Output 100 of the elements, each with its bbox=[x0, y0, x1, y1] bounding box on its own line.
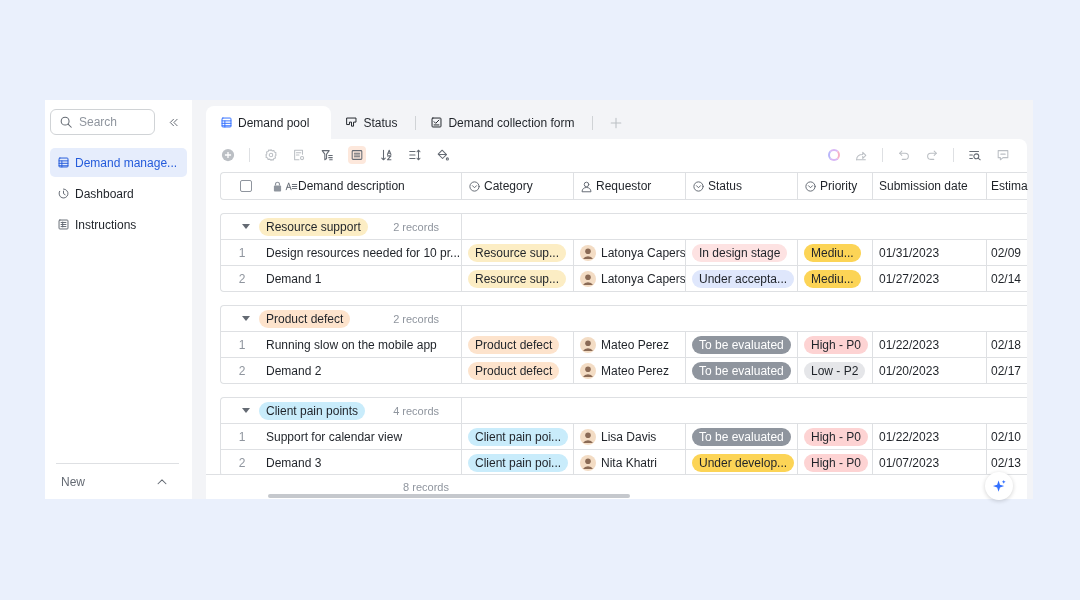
document-icon bbox=[57, 218, 70, 231]
undo-icon[interactable] bbox=[897, 147, 911, 162]
table-cell: 01/22/2023 bbox=[879, 337, 940, 352]
add-record-icon[interactable] bbox=[221, 147, 235, 162]
table-cell: 02/13 bbox=[991, 455, 1022, 470]
tag: Resource support bbox=[259, 217, 368, 236]
table-cell: Lisa Davis bbox=[601, 429, 657, 444]
table-cell: 02/17 bbox=[991, 363, 1022, 378]
column-header[interactable]: Status bbox=[708, 179, 743, 193]
record-count: 8 records bbox=[403, 481, 449, 493]
tag: High - P0 bbox=[804, 427, 869, 446]
dropdown-circle-icon bbox=[804, 179, 817, 193]
avatar-icon bbox=[580, 270, 596, 287]
column-header[interactable]: Submission date bbox=[879, 179, 968, 193]
row-height-icon[interactable] bbox=[408, 147, 422, 162]
select-all-checkbox[interactable] bbox=[240, 180, 252, 192]
document-settings-icon[interactable] bbox=[292, 147, 306, 162]
tag: Under develop... bbox=[692, 453, 795, 472]
form-icon bbox=[430, 116, 444, 129]
column-header[interactable]: Estima bbox=[991, 179, 1028, 193]
table-cell-text: Support for calendar view bbox=[265, 429, 403, 444]
avatar-icon bbox=[580, 244, 596, 261]
avatar-icon bbox=[580, 454, 596, 471]
scrollbar[interactable] bbox=[268, 494, 630, 498]
tag: Mediu... bbox=[804, 243, 861, 262]
avatar-icon bbox=[580, 362, 596, 379]
tab[interactable]: Status bbox=[331, 106, 416, 139]
table-cell: Nita Khatri bbox=[601, 455, 658, 470]
tag: Client pain poi... bbox=[468, 427, 569, 446]
sidebar-item[interactable]: Instructions bbox=[50, 210, 187, 239]
row-number: 1 bbox=[237, 429, 247, 444]
sidebar-item[interactable]: Demand manage... bbox=[50, 148, 187, 177]
table-cell-text: Demand 2 bbox=[265, 363, 322, 378]
table-cell-text: Running slow on the mobile app bbox=[265, 337, 437, 352]
tag: To be evaluated bbox=[692, 361, 791, 380]
group-button[interactable] bbox=[348, 145, 366, 164]
row-number: 1 bbox=[237, 337, 247, 352]
tag: Under accepta... bbox=[692, 269, 795, 288]
caret-icon[interactable] bbox=[242, 408, 250, 413]
tag: Client pain poi... bbox=[468, 453, 569, 472]
sort-icon[interactable] bbox=[380, 147, 394, 162]
tag: To be evaluated bbox=[692, 427, 791, 446]
text-field-icon bbox=[285, 179, 298, 193]
new-label[interactable]: New bbox=[61, 474, 85, 489]
column-header[interactable]: Category bbox=[484, 179, 533, 193]
tag: Product defect bbox=[468, 361, 560, 380]
column-header[interactable]: Priority bbox=[820, 179, 858, 193]
tab[interactable]: Demand collection form bbox=[416, 106, 593, 139]
caret-icon[interactable] bbox=[242, 224, 250, 229]
tag: Client pain points bbox=[259, 401, 366, 420]
tag: Mediu... bbox=[804, 269, 861, 288]
row-number: 2 bbox=[237, 271, 247, 286]
redo-icon[interactable] bbox=[925, 147, 939, 162]
column-header[interactable]: Requestor bbox=[596, 179, 652, 193]
table-cell: Latonya Capers bbox=[601, 245, 685, 260]
table-cell-text: Demand 3 bbox=[265, 455, 322, 470]
comment-icon[interactable] bbox=[996, 147, 1010, 162]
tag: In design stage bbox=[692, 243, 788, 262]
table-cell: 01/31/2023 bbox=[879, 245, 940, 260]
list-icon bbox=[350, 147, 364, 162]
paint-bucket-icon[interactable] bbox=[436, 147, 450, 162]
tag: Resource sup... bbox=[468, 243, 567, 262]
table-icon bbox=[220, 116, 233, 129]
table-icon bbox=[57, 156, 70, 169]
table-cell: 02/18 bbox=[991, 337, 1022, 352]
tag: Resource sup... bbox=[468, 269, 567, 288]
table-cell: 02/14 bbox=[991, 271, 1022, 286]
tag: Product defect bbox=[259, 309, 351, 328]
record-count: 2 records bbox=[393, 312, 439, 325]
avatar-icon bbox=[580, 428, 596, 445]
sparkle-icon bbox=[991, 478, 1007, 494]
avatar-icon bbox=[580, 336, 596, 353]
row-number: 2 bbox=[237, 455, 247, 470]
table-cell: 01/20/2023 bbox=[879, 363, 940, 378]
caret-icon[interactable] bbox=[242, 316, 250, 321]
ring-icon[interactable] bbox=[828, 148, 840, 161]
settings-icon[interactable] bbox=[264, 147, 278, 162]
table-cell: 02/09 bbox=[991, 245, 1022, 260]
row-number: 2 bbox=[237, 363, 247, 378]
sidebar-item[interactable]: Dashboard bbox=[50, 179, 187, 208]
table-cell: Mateo Perez bbox=[601, 363, 670, 378]
table-cell: 01/07/2023 bbox=[879, 455, 940, 470]
tag: High - P0 bbox=[804, 453, 869, 472]
column-header[interactable]: Demand description bbox=[298, 179, 405, 193]
table-cell-text: Demand 1 bbox=[265, 271, 322, 286]
dropdown-circle-icon bbox=[692, 179, 705, 193]
dropdown-circle-icon bbox=[468, 179, 481, 193]
tag: Low - P2 bbox=[804, 361, 866, 380]
person-icon bbox=[580, 179, 593, 193]
table-cell: Mateo Perez bbox=[601, 337, 670, 352]
table-cell: Latonya Capers bbox=[601, 271, 685, 286]
search-field[interactable]: Search bbox=[50, 109, 155, 135]
table-cell: 01/27/2023 bbox=[879, 271, 940, 286]
search-icon bbox=[59, 115, 73, 129]
filter-icon[interactable] bbox=[320, 147, 334, 162]
tab[interactable]: Demand pool bbox=[206, 106, 332, 139]
ai-assistant-button[interactable] bbox=[985, 472, 1013, 500]
tag: To be evaluated bbox=[692, 335, 791, 354]
record-count: 2 records bbox=[393, 220, 439, 233]
kanban-icon bbox=[345, 116, 359, 129]
